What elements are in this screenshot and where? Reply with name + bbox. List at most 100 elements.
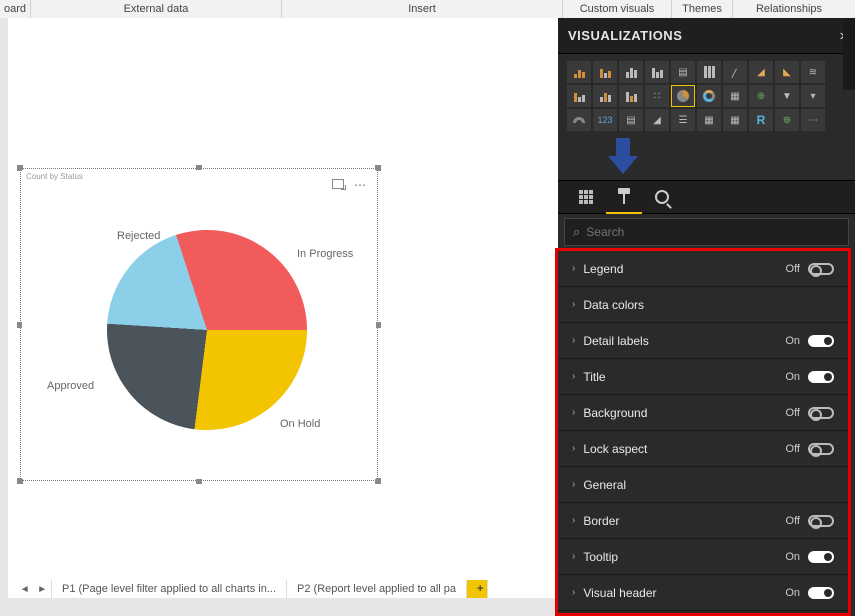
format-item-background[interactable]: ›BackgroundOff — [558, 395, 848, 431]
viz-pie[interactable] — [671, 85, 695, 107]
add-page-button[interactable]: + — [467, 580, 488, 598]
pie-label: Approved — [47, 380, 94, 392]
viz-100-stacked-bar[interactable]: ▤ — [671, 61, 695, 83]
visual-title: Count by Status — [26, 172, 83, 181]
toggle-switch[interactable] — [808, 515, 834, 527]
fields-tab[interactable] — [568, 180, 604, 214]
format-item-visual-header[interactable]: ›Visual headerOn — [558, 575, 848, 611]
pie-chart-visual[interactable]: Count by Status In ProgressOn HoldApprov… — [22, 170, 376, 479]
focus-mode-icon[interactable] — [332, 178, 344, 192]
viz-r-script[interactable]: R — [749, 109, 773, 131]
viz-area[interactable]: ◢ — [749, 61, 773, 83]
format-item-label: Lock aspect — [583, 442, 785, 456]
search-input[interactable] — [586, 225, 840, 239]
chevron-right-icon: › — [572, 335, 575, 346]
analytics-tab[interactable] — [644, 180, 680, 214]
more-options-icon[interactable] — [354, 178, 366, 192]
format-item-label: Legend — [583, 262, 785, 276]
viz-import-custom[interactable]: ⋯ — [801, 109, 825, 131]
ribbon-tab-relationships[interactable]: Relationships — [733, 0, 845, 18]
format-item-detail-labels[interactable]: ›Detail labelsOn — [558, 323, 848, 359]
viz-multi-row-card[interactable]: ▤ — [619, 109, 643, 131]
format-item-general[interactable]: › General — [558, 467, 848, 503]
viz-arcgis[interactable]: ⊕ — [775, 109, 799, 131]
viz-treemap[interactable]: ▦ — [723, 85, 747, 107]
fields-icon — [579, 190, 593, 204]
format-options-list: ›LegendOff›Data colors›Detail labelsOn›T… — [555, 248, 851, 616]
panel-header[interactable]: VISUALIZATIONS › — [558, 18, 855, 54]
format-tab[interactable] — [606, 180, 642, 214]
toggle-switch[interactable] — [808, 335, 834, 347]
toggle-switch[interactable] — [808, 371, 834, 383]
page-tabs: ◄ ► P1 (Page level filter applied to all… — [16, 580, 558, 598]
format-item-tooltip[interactable]: ›TooltipOn — [558, 539, 848, 575]
viz-clustered-bar[interactable] — [593, 61, 617, 83]
viz-clustered-column[interactable] — [645, 61, 669, 83]
visuals-gallery: ▤ 〳 ◢ ◣ ≋ ∷ ▦ ⊕ ▼ ▾ 123 ▤ ◢ ☰ ▦ ▦ R ⊕ ⋯ — [562, 54, 842, 134]
format-item-label: Border — [583, 514, 785, 528]
toggle-state-label: Off — [786, 515, 800, 527]
viz-scatter[interactable]: ∷ — [645, 85, 669, 107]
format-item-label: Tooltip — [583, 550, 785, 564]
viz-ribbon[interactable]: ≋ — [801, 61, 825, 83]
page-prev-icon[interactable]: ◄ — [20, 584, 30, 595]
format-item-label: Background — [583, 406, 785, 420]
format-item-label: General — [583, 478, 834, 492]
format-item-title[interactable]: ›TitleOn — [558, 359, 848, 395]
format-item-lock-aspect[interactable]: › Lock aspectOff — [558, 431, 848, 467]
format-item-label: Visual header — [583, 586, 785, 600]
right-edge-strip — [843, 18, 855, 90]
viz-waterfall[interactable] — [619, 85, 643, 107]
viz-funnel[interactable]: ▾ — [801, 85, 825, 107]
viz-card[interactable]: 123 — [593, 109, 617, 131]
paint-roller-icon — [617, 188, 631, 204]
viz-table[interactable]: ▦ — [697, 109, 721, 131]
page-nav-arrows[interactable]: ◄ ► — [16, 580, 52, 598]
viz-stacked-area[interactable]: ◣ — [775, 61, 799, 83]
page-tab-2[interactable]: P2 (Report level applied to all pa — [287, 580, 467, 598]
toggle-state-label: Off — [786, 443, 800, 455]
viz-filled-map[interactable]: ▼ — [775, 85, 799, 107]
pie-chart — [107, 230, 307, 430]
viz-donut[interactable] — [697, 85, 721, 107]
ribbon-tab-insert[interactable]: Insert — [282, 0, 562, 18]
pie-slices — [81, 204, 333, 456]
format-search[interactable]: ⌕ — [564, 218, 849, 246]
viz-stacked-column[interactable] — [619, 61, 643, 83]
format-item-border[interactable]: ›BorderOff — [558, 503, 848, 539]
viz-slicer[interactable]: ☰ — [671, 109, 695, 131]
viz-line[interactable]: 〳 — [723, 61, 747, 83]
ribbon-tab-external-data[interactable]: External data — [31, 0, 281, 18]
toggle-switch[interactable] — [808, 551, 834, 563]
report-page[interactable]: Count by Status In ProgressOn HoldApprov… — [8, 18, 558, 598]
chevron-right-icon: › — [572, 263, 575, 274]
ribbon: oard External data Insert Custom visuals… — [0, 0, 855, 18]
pointer-arrow-icon — [608, 138, 638, 176]
viz-kpi[interactable]: ◢ — [645, 109, 669, 131]
viz-gauge[interactable] — [567, 109, 591, 131]
page-tab-1[interactable]: P1 (Page level filter applied to all cha… — [52, 580, 287, 598]
viz-line-clustered[interactable] — [567, 85, 591, 107]
viz-line-stacked[interactable] — [593, 85, 617, 107]
toggle-switch[interactable] — [808, 443, 834, 455]
chevron-right-icon: › — [572, 443, 575, 454]
ribbon-tab-custom-visuals[interactable]: Custom visuals — [563, 0, 671, 18]
viz-stacked-bar[interactable] — [567, 61, 591, 83]
toggle-switch[interactable] — [808, 407, 834, 419]
toggle-switch[interactable] — [808, 263, 834, 275]
format-item-label: Data colors — [583, 298, 834, 312]
viz-matrix[interactable]: ▦ — [723, 109, 747, 131]
format-item-legend[interactable]: ›LegendOff — [558, 251, 848, 287]
report-canvas[interactable]: Count by Status In ProgressOn HoldApprov… — [0, 18, 558, 616]
viz-100-stacked-column[interactable] — [697, 61, 721, 83]
toggle-state-label: On — [785, 587, 800, 599]
ribbon-tab-dashboard[interactable]: oard — [0, 0, 30, 18]
ribbon-tab-themes[interactable]: Themes — [672, 0, 732, 18]
viz-map[interactable]: ⊕ — [749, 85, 773, 107]
chevron-right-icon: › — [572, 479, 575, 490]
page-next-icon[interactable]: ► — [37, 584, 47, 595]
toggle-switch[interactable] — [808, 587, 834, 599]
chevron-right-icon: › — [572, 371, 575, 382]
visualizations-panel: VISUALIZATIONS › ▤ 〳 ◢ ◣ ≋ ∷ ▦ ⊕ ▼ ▾ 123… — [558, 18, 855, 616]
format-item-data-colors[interactable]: ›Data colors — [558, 287, 848, 323]
